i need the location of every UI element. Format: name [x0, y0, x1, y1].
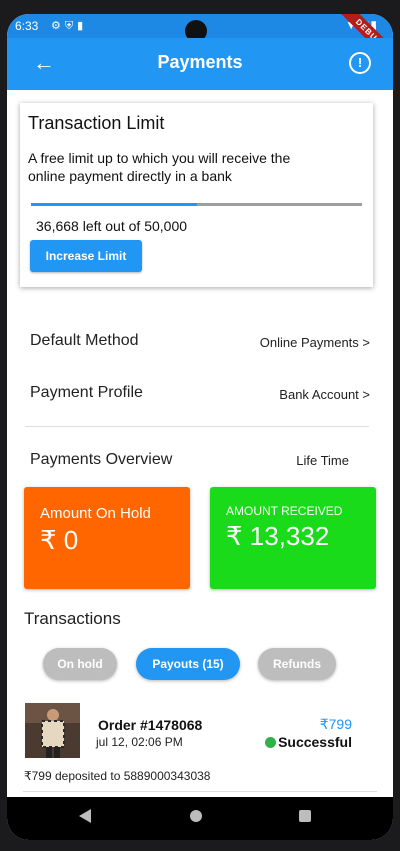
default-method-label: Default Method: [30, 332, 139, 349]
transaction-date: jul 12, 02:06 PM: [96, 735, 183, 749]
transaction-list-item[interactable]: Order #1478068 jul 12, 02:06 PM ₹799 Suc…: [7, 700, 393, 790]
nav-recents-icon[interactable]: [299, 810, 311, 822]
main-content[interactable]: Transaction Limit A free limit up to whi…: [7, 90, 393, 794]
gear-icon: ⚙: [51, 20, 65, 32]
info-icon[interactable]: !: [349, 52, 371, 74]
amount-received-value: ₹ 13,332: [226, 521, 330, 551]
transaction-limit-card: Transaction Limit A free limit up to whi…: [20, 103, 373, 287]
payment-profile-value: Bank Account >: [279, 387, 370, 402]
limit-progress-bar: [31, 203, 362, 206]
nav-back-icon[interactable]: [79, 809, 91, 823]
transaction-limit-description: A free limit up to which you will receiv…: [28, 150, 291, 184]
transaction-status-label: Successful: [278, 734, 352, 750]
amount-on-hold-value: ₹ 0: [40, 525, 79, 555]
transaction-status: Successful: [265, 734, 352, 750]
payments-overview-title: Payments Overview: [30, 451, 173, 468]
system-nav-bar: [7, 797, 393, 840]
sd-card-icon: ▮: [77, 20, 88, 32]
payment-profile-row[interactable]: Payment Profile Bank Account >: [30, 380, 370, 408]
transactions-title: Transactions: [24, 609, 121, 628]
transaction-order-number: Order #1478068: [98, 717, 203, 733]
default-method-value: Online Payments >: [259, 335, 370, 350]
status-time: 6:33: [15, 19, 39, 33]
phone-frame: 6:33 ⚙⛨▮ ▼◢▮ DEBUG ← Payments ! Transact…: [0, 0, 400, 851]
divider: [23, 791, 377, 792]
product-thumbnail: [25, 703, 80, 758]
divider: [25, 426, 369, 427]
transaction-deposit-note: ₹799 deposited to 5889000343038: [24, 769, 211, 783]
transaction-limit-title: Transaction Limit: [28, 113, 165, 133]
tab-on-hold[interactable]: On hold: [43, 648, 117, 680]
tab-refunds[interactable]: Refunds: [258, 648, 336, 680]
amount-on-hold-label: Amount On Hold: [40, 505, 151, 522]
tab-payouts[interactable]: Payouts (15): [136, 648, 240, 680]
status-bar: 6:33 ⚙⛨▮ ▼◢▮ DEBUG: [7, 14, 393, 73]
status-dot-icon: [265, 737, 277, 748]
amount-received-label: AMOUNT RECEIVED: [226, 504, 343, 518]
default-method-row[interactable]: Default Method Online Payments >: [30, 328, 370, 356]
app-bar: ← Payments !: [7, 38, 393, 90]
payment-profile-label: Payment Profile: [30, 384, 143, 401]
nav-home-icon[interactable]: [190, 810, 202, 822]
product-image: [25, 703, 80, 758]
transaction-amount: ₹799: [319, 716, 352, 732]
limit-remaining-text: 36,668 left out of 50,000: [36, 218, 188, 234]
screen: 6:33 ⚙⛨▮ ▼◢▮ DEBUG ← Payments ! Transact…: [7, 14, 393, 840]
shield-icon: ⛨: [64, 20, 78, 32]
amount-received-tile: AMOUNT RECEIVED ₹ 13,332: [210, 487, 376, 589]
amount-on-hold-tile: Amount On Hold ₹ 0: [24, 487, 190, 589]
limit-progress-fill: [31, 203, 197, 206]
increase-limit-button[interactable]: Increase Limit: [30, 240, 142, 272]
page-title: Payments: [157, 52, 243, 72]
status-icons-left: ⚙⛨▮: [51, 19, 87, 33]
overview-range-selector[interactable]: Life Time: [296, 453, 349, 468]
